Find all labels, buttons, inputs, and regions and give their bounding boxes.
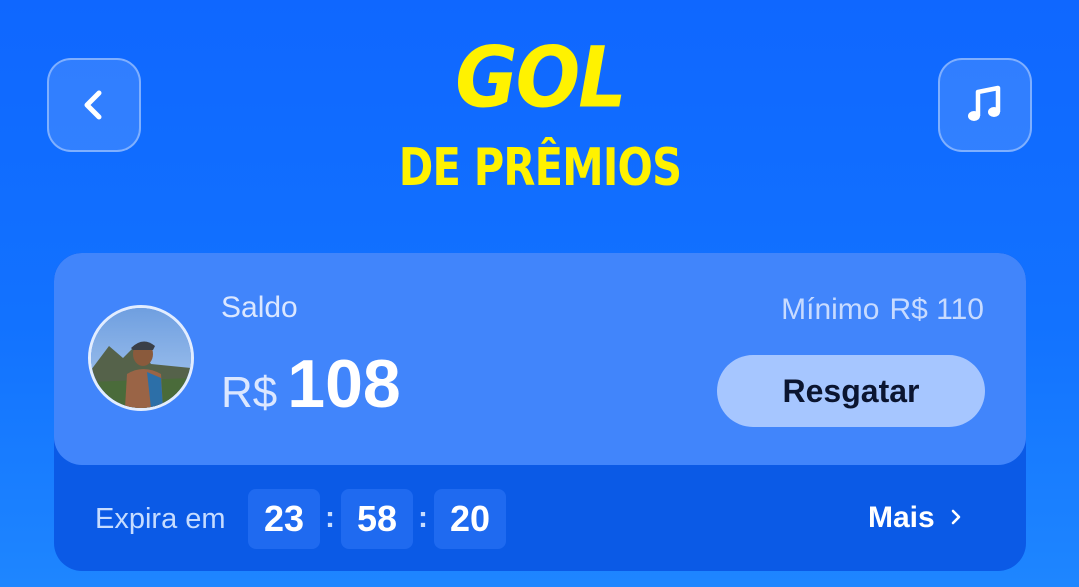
more-link[interactable]: Mais (868, 501, 963, 535)
minimum-value: R$ 110 (889, 293, 984, 326)
music-note-icon (968, 85, 1001, 121)
balance-amount: 108 (287, 346, 401, 422)
balance-panel: Saldo R$ 108 Mínimo R$ 110 Resgatar (54, 253, 1026, 465)
expiry-row: Expira em 23 : 58 : 20 Mais (54, 465, 1026, 571)
reward-card: Saldo R$ 108 Mínimo R$ 110 Resgatar Expira… (54, 253, 1026, 571)
redeem-button[interactable]: Resgatar (717, 355, 985, 427)
chevron-right-icon (951, 509, 961, 525)
countdown-separator: : (418, 501, 428, 534)
countdown-minutes: 58 (341, 489, 413, 549)
minimum-withdrawal: Mínimo R$ 110 (781, 293, 984, 327)
balance-label: Saldo (221, 291, 298, 324)
minimum-label: Mínimo (781, 293, 880, 326)
logo-subtitle: DE PRÊMIOS (398, 138, 682, 198)
logo: GOL DE PRÊMIOS (340, 30, 740, 200)
balance-value: R$ 108 (221, 345, 401, 423)
user-photo-avatar (91, 308, 191, 408)
countdown-separator: : (325, 501, 335, 534)
logo-title: GOL (455, 28, 626, 127)
music-button[interactable] (938, 58, 1032, 152)
chevron-left-icon (84, 90, 102, 120)
back-button[interactable] (47, 58, 141, 152)
more-label: Mais (868, 501, 935, 534)
countdown-seconds: 20 (434, 489, 506, 549)
expiry-label: Expira em (95, 503, 226, 535)
currency-symbol: R$ (221, 368, 278, 417)
countdown-hours: 23 (248, 489, 320, 549)
avatar[interactable] (88, 305, 194, 411)
